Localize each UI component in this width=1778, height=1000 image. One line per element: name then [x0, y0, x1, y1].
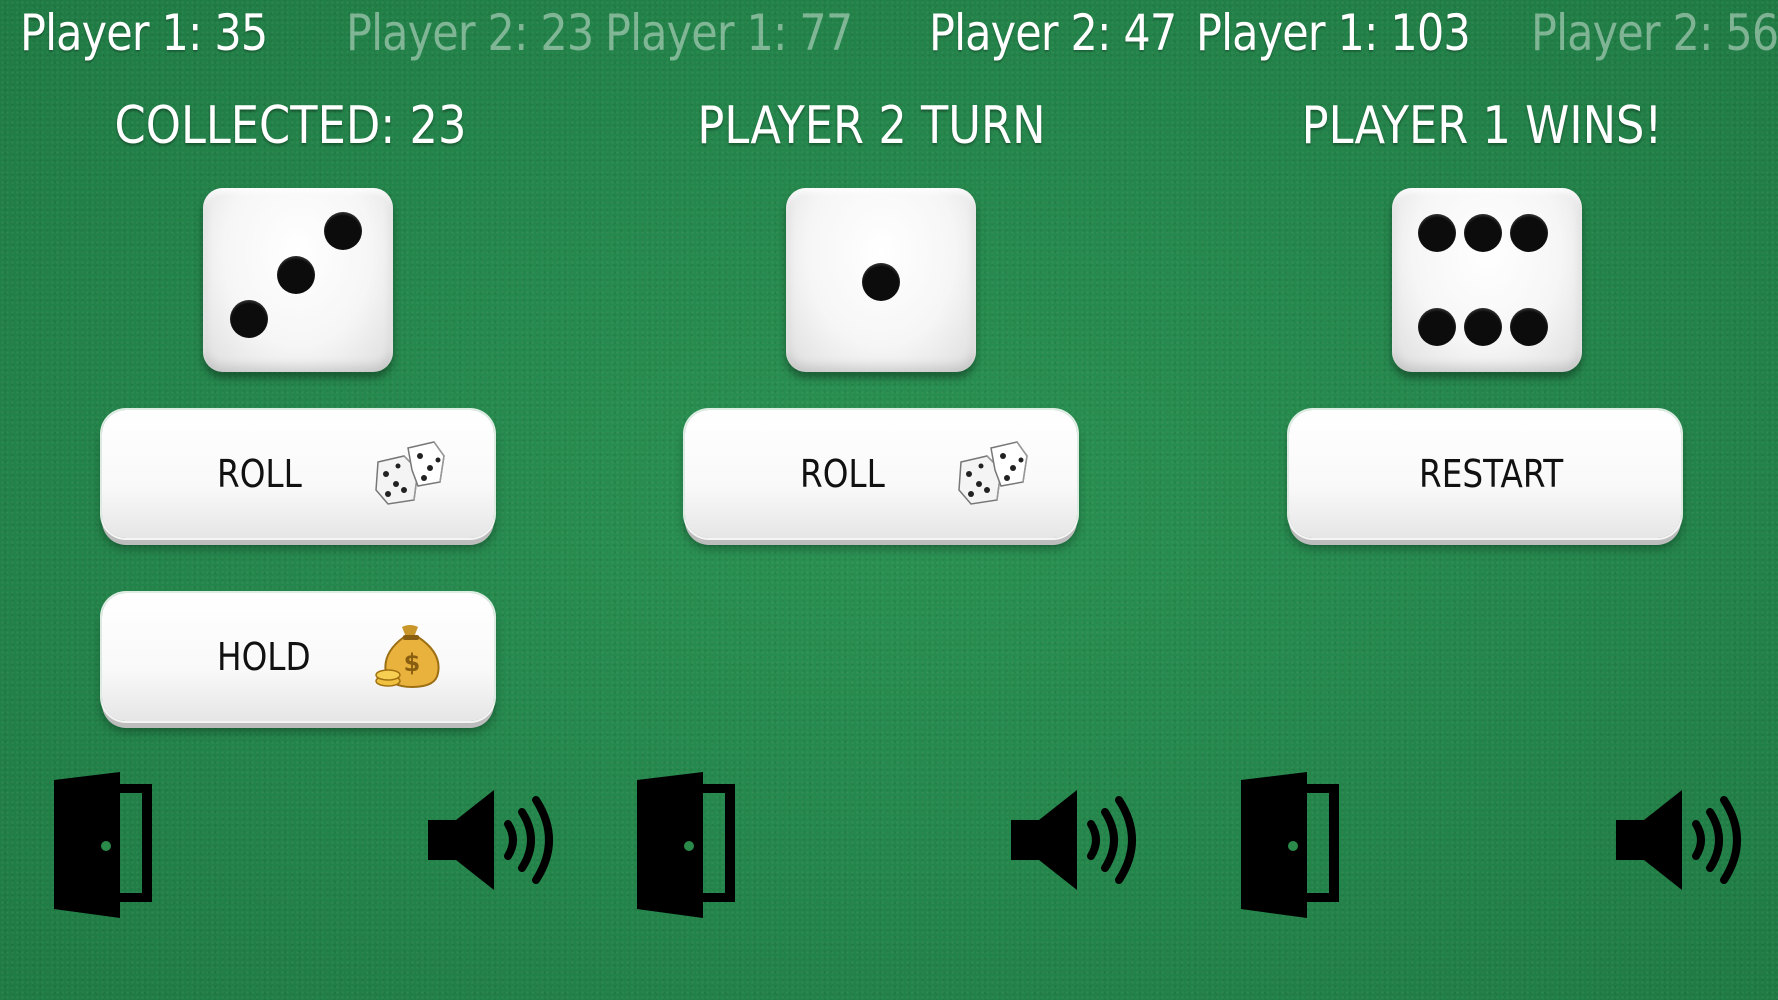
status-title: PLAYER 2 TURN	[697, 96, 1046, 156]
die-pip	[862, 263, 900, 301]
die-pip	[1510, 214, 1548, 252]
die-pip	[1418, 214, 1456, 252]
player2-score: Player 2: 56	[1531, 4, 1778, 62]
player2-score: Player 2: 47	[929, 4, 1177, 62]
die-pip	[1418, 308, 1456, 346]
status-title: COLLECTED: 23	[114, 96, 467, 156]
hold-button-label: HOLD	[217, 635, 311, 679]
die-face-6[interactable]	[1392, 188, 1582, 372]
player1-score: Player 1: 35	[20, 4, 268, 62]
game-screen-2: Player 1: 77 Player 2: 47 PLAYER 2 TURN …	[581, 0, 1177, 1000]
money-bag-icon	[374, 623, 446, 689]
die-pip	[1464, 214, 1502, 252]
die-pip	[277, 256, 315, 294]
roll-button[interactable]: ROLL	[685, 410, 1077, 538]
restart-button[interactable]: RESTART	[1289, 410, 1681, 538]
game-screen-1: Player 1: 35 Player 2: 23 COLLECTED: 23 …	[0, 0, 594, 1000]
die-pip	[1464, 308, 1502, 346]
roll-button-label: ROLL	[800, 452, 885, 496]
die-face-1[interactable]	[786, 188, 976, 372]
dice-icon	[957, 440, 1029, 506]
player2-score: Player 2: 23	[346, 4, 594, 62]
dice-icon	[374, 440, 446, 506]
speaker-icon[interactable]	[428, 790, 566, 890]
roll-button[interactable]: ROLL	[102, 410, 494, 538]
exit-door-icon[interactable]	[627, 772, 743, 918]
status-title: PLAYER 1 WINS!	[1301, 96, 1663, 156]
player1-score: Player 1: 77	[605, 4, 853, 62]
die-pip	[1510, 308, 1548, 346]
die-pip	[230, 300, 268, 338]
hold-button[interactable]: HOLD	[102, 593, 494, 721]
exit-door-icon[interactable]	[44, 772, 160, 918]
speaker-icon[interactable]	[1616, 790, 1754, 890]
speaker-icon[interactable]	[1011, 790, 1149, 890]
restart-button-label: RESTART	[1419, 452, 1564, 496]
roll-button-label: ROLL	[217, 452, 302, 496]
player1-score: Player 1: 103	[1196, 4, 1471, 62]
game-screen-3: Player 1: 103 Player 2: 56 PLAYER 1 WINS…	[1186, 0, 1778, 1000]
exit-door-icon[interactable]	[1231, 772, 1347, 918]
die-pip	[324, 212, 362, 250]
die-face-3[interactable]	[203, 188, 393, 372]
